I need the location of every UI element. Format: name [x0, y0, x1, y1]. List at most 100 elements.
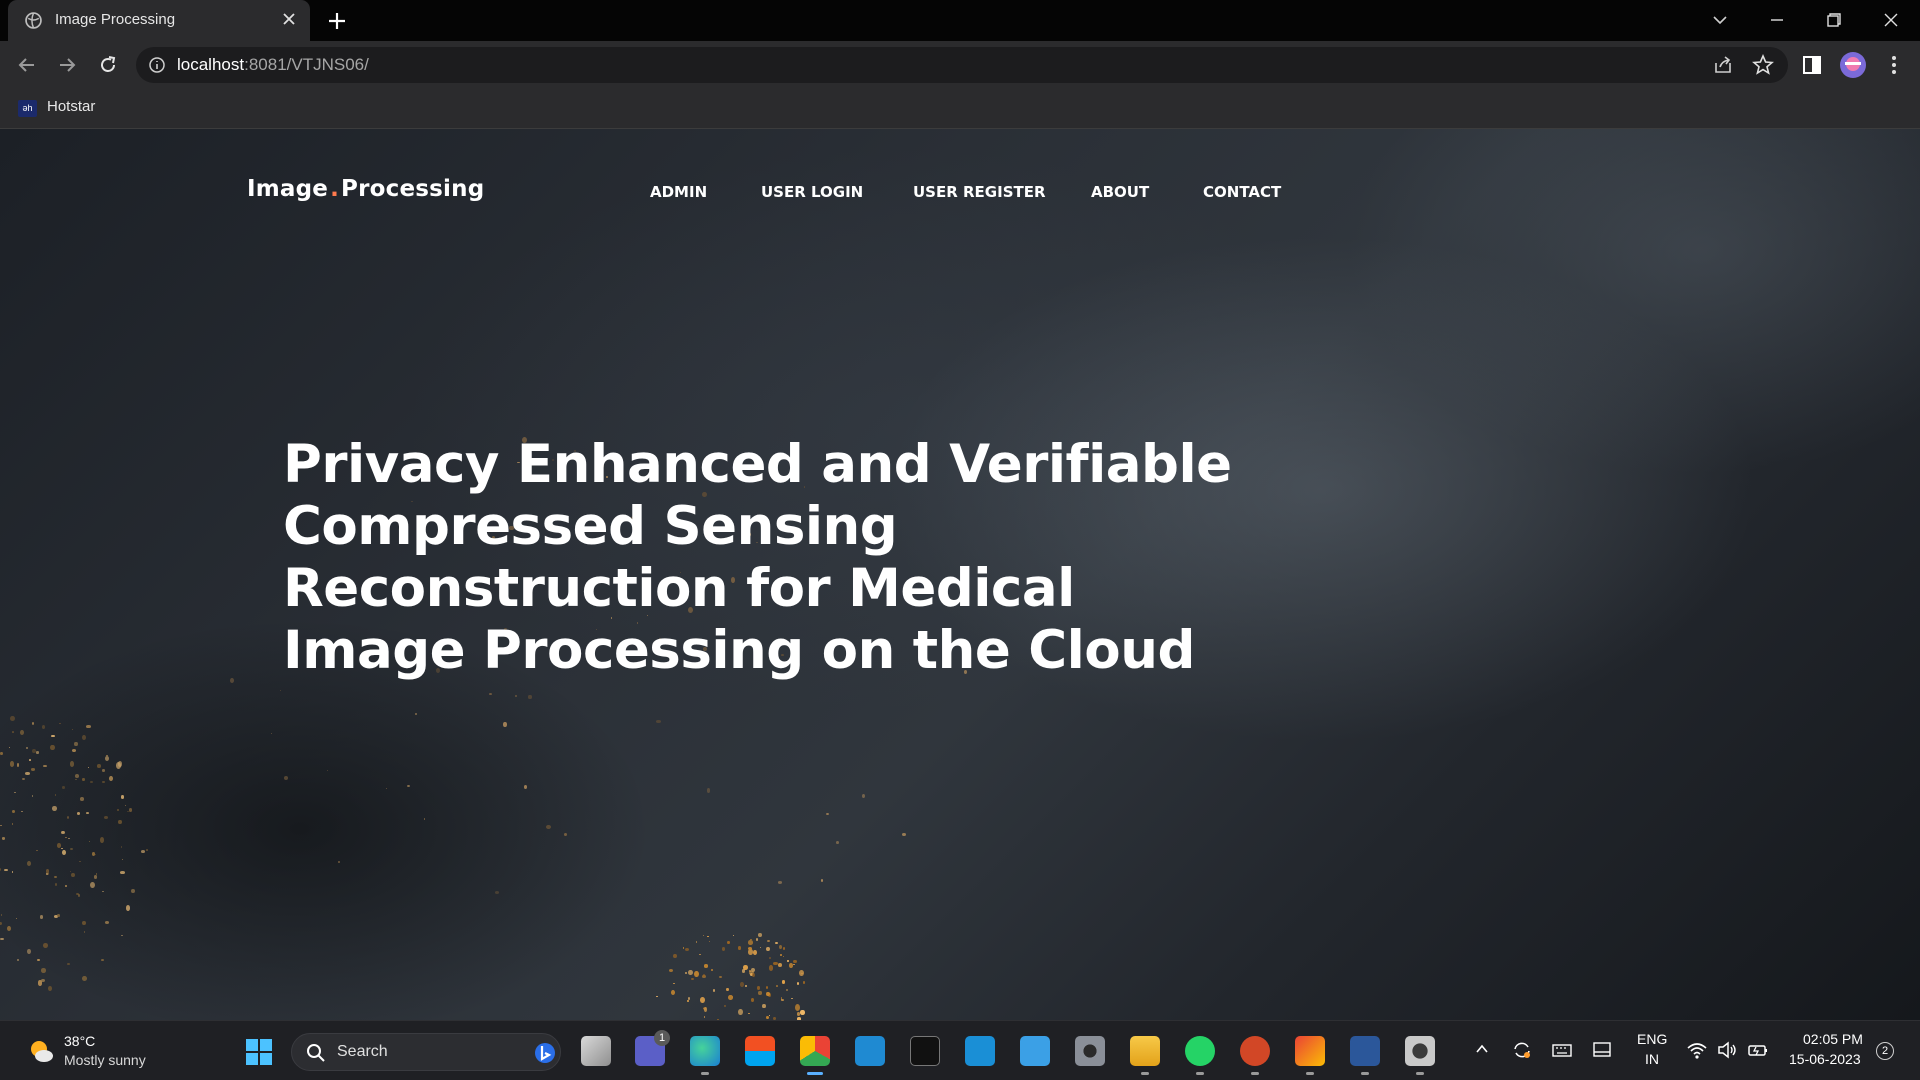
spice-speck [42, 725, 46, 729]
spice-speck [702, 974, 705, 977]
url-text[interactable]: localhost:8081/VTJNS06/ [177, 55, 369, 75]
reload-icon[interactable] [96, 53, 120, 77]
volume-icon[interactable] [1716, 1039, 1738, 1061]
task-view-icon[interactable] [581, 1036, 611, 1066]
notification-count-badge[interactable]: 2 [1876, 1042, 1894, 1060]
spice-speck [70, 761, 75, 767]
clock-time: 02:05 PM [1803, 1031, 1863, 1047]
vscode-icon[interactable] [855, 1036, 885, 1066]
site-logo[interactable]: Image.Processing [247, 176, 484, 202]
spice-speck [81, 920, 86, 926]
settings-icon[interactable] [1075, 1036, 1105, 1066]
spice-speck [415, 712, 418, 716]
keyboard-icon[interactable] [1551, 1039, 1573, 1061]
chevron-up-icon[interactable] [1474, 1041, 1490, 1057]
sync-icon[interactable] [1511, 1039, 1533, 1061]
restore-icon[interactable] [1820, 8, 1846, 32]
bookmark-star-icon[interactable] [1751, 53, 1775, 77]
system-tool-icon[interactable] [1405, 1036, 1435, 1075]
address-bar[interactable]: localhost:8081/VTJNS06/ [136, 47, 1788, 83]
teams-badge: 1 [654, 1030, 670, 1046]
edge-icon[interactable] [690, 1036, 720, 1075]
spice-speck [687, 969, 693, 976]
nav-user-register[interactable]: USER REGISTER [913, 183, 1046, 201]
logo-dot: . [330, 176, 340, 202]
spice-speck [781, 980, 785, 984]
spice-speck [97, 764, 101, 768]
spice-speck [119, 870, 125, 874]
terminal-icon[interactable] [910, 1036, 940, 1066]
wifi-icon[interactable] [1686, 1039, 1708, 1061]
browser-tab[interactable]: Image Processing [8, 0, 310, 41]
forward-icon[interactable] [55, 53, 79, 77]
spice-speck [732, 934, 735, 937]
spice-speck [128, 808, 133, 812]
bing-icon[interactable] [534, 1041, 556, 1065]
minimize-icon[interactable] [1764, 8, 1790, 32]
taskbar-search[interactable]: Search [291, 1033, 561, 1071]
spice-speck [121, 858, 123, 860]
spice-speck [820, 879, 824, 882]
globe-icon [25, 12, 42, 29]
spice-speck [0, 921, 3, 925]
file-explorer-icon[interactable] [1130, 1036, 1160, 1075]
spice-speck [100, 959, 104, 962]
profile-avatar[interactable] [1839, 51, 1867, 79]
tablet-mode-icon[interactable] [1591, 1039, 1613, 1061]
spice-speck [693, 970, 699, 978]
store-icon[interactable] [745, 1036, 775, 1066]
spice-speck [750, 938, 752, 940]
notepad-icon[interactable] [1020, 1036, 1050, 1066]
windows-start-icon[interactable] [245, 1038, 273, 1066]
nav-contact[interactable]: CONTACT [1203, 183, 1281, 201]
close-window-icon[interactable] [1878, 8, 1904, 32]
spice-speck [115, 761, 121, 769]
side-panel-icon[interactable] [1800, 53, 1824, 77]
spice-speck [727, 940, 730, 945]
powerpoint-icon[interactable] [1240, 1036, 1270, 1075]
spice-speck [229, 677, 234, 683]
tab-search-icon[interactable] [1707, 8, 1733, 32]
spice-speck [338, 860, 341, 864]
nav-about[interactable]: ABOUT [1091, 183, 1149, 201]
spice-speck [95, 873, 97, 875]
spice-speck [0, 751, 3, 755]
spice-speck [109, 775, 114, 781]
hero-line: Reconstruction for Medical [283, 558, 1075, 619]
spice-speck [59, 723, 61, 725]
spice-speck [673, 954, 677, 959]
spice-speck [765, 947, 770, 952]
spice-speck [768, 1015, 771, 1016]
spice-speck [271, 732, 273, 734]
word-icon[interactable] [1350, 1036, 1380, 1075]
nav-admin[interactable]: ADMIN [650, 183, 707, 201]
back-icon[interactable] [15, 53, 39, 77]
site-info-icon[interactable] [148, 56, 166, 74]
spice-speck [3, 868, 8, 872]
spice-speck [19, 730, 24, 736]
battery-icon[interactable] [1747, 1039, 1769, 1061]
spice-speck [687, 999, 690, 1002]
chrome-icon[interactable] [800, 1036, 830, 1075]
new-tab-icon[interactable] [326, 10, 348, 32]
spice-speck [524, 785, 527, 789]
spice-speck [786, 989, 789, 992]
menu-kebab-icon[interactable] [1882, 53, 1906, 77]
spice-speck [0, 867, 2, 872]
share-icon[interactable] [1711, 53, 1735, 77]
spice-speck [67, 962, 70, 965]
whatsapp-icon[interactable] [1185, 1036, 1215, 1075]
spice-speck [790, 997, 793, 1000]
spice-speck [756, 986, 761, 990]
spice-speck [11, 809, 15, 813]
close-icon[interactable] [280, 10, 298, 28]
gmail-icon[interactable] [1295, 1036, 1325, 1075]
spice-speck [131, 888, 136, 894]
spice-speck [72, 749, 77, 753]
spice-speck [792, 959, 797, 964]
nav-user-login[interactable]: USER LOGIN [761, 183, 863, 201]
myhp-icon[interactable] [965, 1036, 995, 1066]
teams-icon[interactable]: 1 [635, 1030, 670, 1066]
spice-speck [691, 978, 694, 981]
spice-speck [102, 780, 105, 784]
